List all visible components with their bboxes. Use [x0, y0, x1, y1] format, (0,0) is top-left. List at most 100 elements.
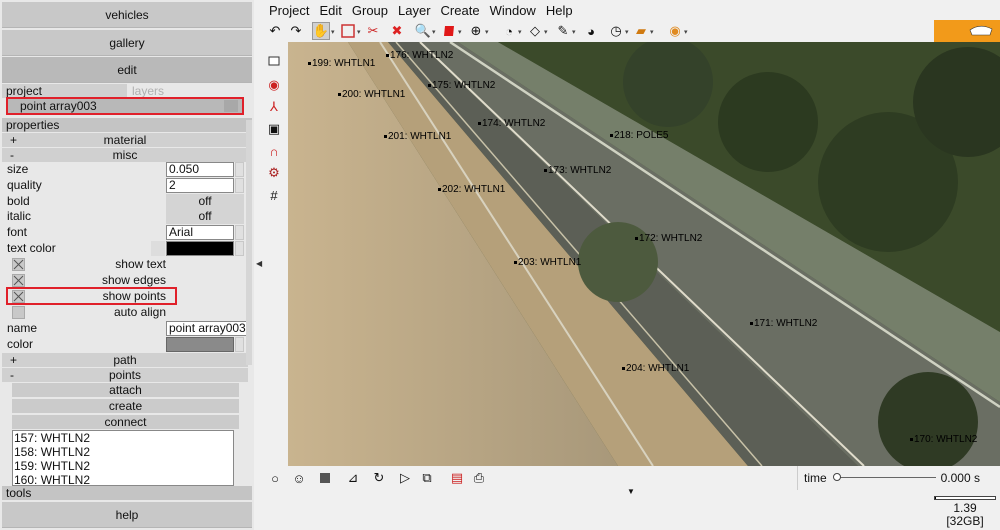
time-slider-handle[interactable] — [833, 473, 841, 481]
chevron-down-icon[interactable]: ▾ — [331, 28, 335, 36]
prop-label: bold — [7, 194, 30, 208]
chevron-down-icon[interactable]: ▾ — [650, 28, 654, 36]
italic-toggle[interactable]: off — [166, 209, 244, 224]
color-picker-button[interactable] — [151, 241, 165, 256]
chart-icon[interactable]: ⊿ — [344, 469, 362, 487]
play-icon[interactable]: ▷ — [396, 469, 414, 487]
annotate-icon[interactable]: ✎ — [554, 22, 572, 40]
connect-button[interactable]: connect — [12, 415, 239, 429]
points-list[interactable]: 157: WHTLN2 158: WHTLN2 159: WHTLN2 160:… — [12, 430, 234, 486]
text-color-swatch[interactable] — [166, 241, 234, 256]
bold-toggle[interactable]: off — [166, 194, 244, 209]
sound-icon[interactable]: ◉ — [666, 22, 684, 40]
list-item[interactable]: 157: WHTLN2 — [13, 431, 233, 445]
size-field[interactable]: 0.050 — [166, 162, 234, 177]
menu-edit[interactable]: Edit — [314, 3, 346, 18]
quality-spinner[interactable] — [235, 178, 244, 193]
menu-project[interactable]: Project — [264, 3, 314, 18]
chevron-down-icon[interactable]: ▾ — [432, 28, 436, 36]
menu-layer[interactable]: Layer — [393, 3, 436, 18]
chevron-down-icon[interactable]: ▾ — [518, 28, 522, 36]
circle-icon[interactable]: ○ — [266, 469, 284, 487]
tools-header[interactable]: tools — [2, 486, 252, 500]
pan-hand-icon[interactable]: ✋ — [312, 22, 330, 40]
chevron-down-icon[interactable]: ▾ — [544, 28, 548, 36]
check-show-edges[interactable]: show edges — [2, 273, 246, 288]
group-points[interactable]: - points — [2, 368, 248, 382]
text-color-dropdown[interactable] — [235, 241, 244, 256]
zoom-value: 1.39 — [953, 501, 977, 515]
select-box-icon[interactable] — [339, 22, 357, 40]
grid-icon[interactable]: # — [265, 186, 283, 204]
panel-splitter[interactable]: ◀ — [254, 0, 264, 530]
print-icon[interactable]: ⎙ — [470, 469, 488, 487]
attach-button[interactable]: attach — [12, 383, 239, 397]
visibility-toggle[interactable] — [224, 100, 238, 112]
chevron-down-icon[interactable]: ▼ — [627, 487, 635, 496]
group-material[interactable]: + material — [2, 133, 248, 147]
list-item[interactable]: 159: WHTLN2 — [13, 459, 233, 473]
scissors-icon[interactable]: ✂ — [364, 22, 382, 40]
menu-help[interactable]: Help — [541, 3, 578, 18]
collapse-arrow-icon[interactable]: ◀ — [256, 259, 262, 268]
orbit-icon[interactable]: ↻ — [370, 469, 388, 487]
settings-gear-icon[interactable]: ⚙ — [265, 164, 283, 182]
undo-icon[interactable]: ↶ — [266, 22, 284, 40]
angle-icon[interactable]: ◕ — [582, 22, 600, 40]
gallery-button[interactable]: gallery — [2, 30, 252, 56]
ruler-icon[interactable]: ▰ — [632, 22, 650, 40]
delete-icon[interactable]: ✖ — [388, 22, 406, 40]
clock-icon[interactable]: ◷ — [607, 22, 625, 40]
frame-icon[interactable]: ⧉ — [418, 469, 436, 487]
name-field[interactable]: point array003 — [166, 321, 247, 336]
vehicles-button[interactable]: vehicles — [2, 2, 252, 28]
chevron-down-icon[interactable]: ▾ — [458, 28, 462, 36]
check-auto-align[interactable]: auto align — [2, 305, 246, 320]
chevron-down-icon[interactable]: ▾ — [572, 28, 576, 36]
map-label: 201: WHTLN1 — [384, 131, 451, 142]
axis-icon[interactable]: ⅄ — [265, 98, 283, 116]
map-viewport[interactable]: 176: WHTLN2 199: WHTLN1 175: WHTLN2 200:… — [288, 42, 1000, 466]
split-view-icon[interactable]: ▣ — [265, 120, 283, 138]
size-spinner[interactable] — [235, 162, 244, 177]
chevron-down-icon[interactable]: ▾ — [625, 28, 629, 36]
tab-layers[interactable]: layers — [128, 84, 252, 98]
menu-group[interactable]: Group — [347, 3, 393, 18]
camera-icon[interactable] — [265, 52, 283, 70]
move-icon[interactable]: ⊕ — [467, 22, 485, 40]
prop-quality: quality 2 — [2, 178, 246, 193]
target-icon[interactable]: ◉ — [265, 76, 283, 94]
properties-scrollbar[interactable] — [246, 120, 252, 365]
zoom-bar[interactable] — [934, 496, 996, 500]
chevron-down-icon[interactable]: ▾ — [485, 28, 489, 36]
quality-field[interactable]: 2 — [166, 178, 234, 193]
group-path[interactable]: + path — [2, 353, 248, 367]
chevron-down-icon[interactable]: ▾ — [684, 28, 688, 36]
chevron-down-icon[interactable]: ▾ — [357, 28, 361, 36]
font-field[interactable]: Arial — [166, 225, 234, 240]
edit-button[interactable]: edit — [2, 57, 252, 83]
list-item[interactable]: 160: WHTLN2 — [13, 473, 233, 485]
check-show-text[interactable]: show text — [2, 257, 246, 272]
document-icon[interactable]: ▤ — [448, 469, 466, 487]
person-icon[interactable]: ☺ — [290, 469, 308, 487]
project-item-selected[interactable]: point array003 — [6, 97, 244, 115]
redo-icon[interactable]: ↷ — [287, 22, 305, 40]
measure-icon[interactable]: ◔ — [500, 22, 518, 40]
create-button[interactable]: create — [12, 399, 239, 413]
color-swatch[interactable] — [166, 337, 234, 352]
color-dropdown[interactable] — [235, 337, 244, 352]
square-icon[interactable] — [316, 469, 334, 487]
group-misc[interactable]: - misc — [2, 148, 248, 162]
menu-create[interactable]: Create — [436, 3, 485, 18]
menu-window[interactable]: Window — [485, 3, 541, 18]
time-slider-track[interactable] — [836, 477, 936, 478]
magnet-icon[interactable]: ∩ — [265, 142, 283, 160]
eraser-icon[interactable]: ◇ — [526, 22, 544, 40]
tab-project[interactable]: project — [2, 84, 127, 98]
zoom-icon[interactable]: 🔍 — [414, 22, 432, 40]
shape-icon[interactable] — [440, 22, 458, 40]
font-dropdown[interactable] — [235, 225, 244, 240]
list-item[interactable]: 158: WHTLN2 — [13, 445, 233, 459]
help-button[interactable]: help — [2, 502, 252, 528]
